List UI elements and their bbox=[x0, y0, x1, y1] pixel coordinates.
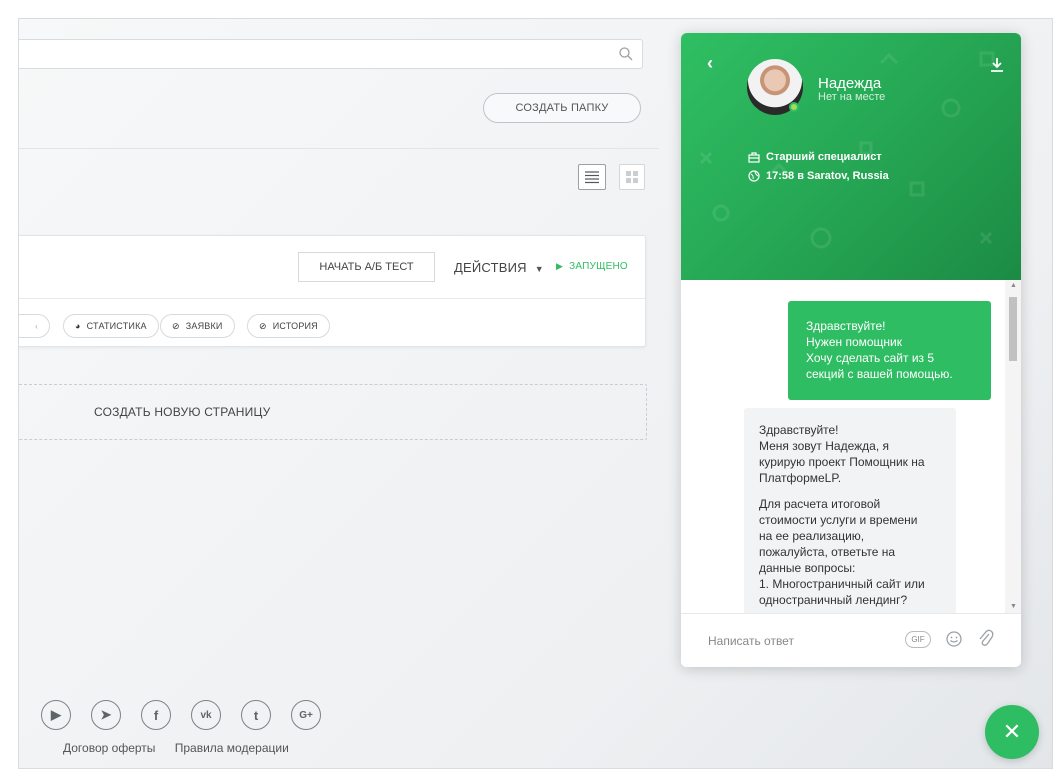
scroll-up-icon[interactable]: ▲ bbox=[1010, 282, 1017, 289]
twitter-icon[interactable]: t bbox=[241, 700, 271, 730]
chat-widget: ‹ Надежда Нет на месте Старший специалис… bbox=[681, 33, 1021, 667]
download-icon[interactable] bbox=[990, 57, 1004, 73]
clock-icon: ⊘ bbox=[259, 320, 267, 331]
search-input[interactable] bbox=[19, 39, 643, 69]
divider bbox=[19, 148, 659, 149]
agent-name: Надежда bbox=[818, 75, 882, 92]
youtube-icon[interactable]: ▶ bbox=[41, 700, 71, 730]
create-folder-button[interactable]: СОЗДАТЬ ПАПКУ bbox=[483, 93, 641, 123]
footer-links: Договор оферты Правила модерации bbox=[63, 741, 305, 755]
list-view-button[interactable] bbox=[578, 164, 606, 190]
agent-role: Старший специалист bbox=[748, 151, 882, 163]
actions-label: ДЕЙСТВИЯ bbox=[454, 260, 527, 275]
agent-status: Нет на месте bbox=[818, 91, 886, 103]
vk-icon[interactable]: vk bbox=[191, 700, 221, 730]
social-links: ▶ ➤ f vk t G+ bbox=[41, 700, 321, 730]
close-icon: ✕ bbox=[1002, 719, 1022, 744]
actions-dropdown[interactable]: ДЕЙСТВИЯ ▼ bbox=[454, 260, 544, 275]
check-circle-icon: ⊘ bbox=[172, 320, 180, 331]
tab-statistics[interactable]: ◕ СТАТИСТИКА bbox=[63, 314, 159, 338]
search-icon[interactable] bbox=[618, 46, 634, 62]
project-card: НАЧАТЬ А/Б ТЕСТ ДЕЙСТВИЯ ▼ ▶ ЗАПУЩЕНО ‹ ◕ С… bbox=[19, 235, 646, 347]
globe-icon bbox=[748, 170, 760, 182]
pie-chart-icon: ◕ bbox=[75, 321, 81, 331]
google-plus-icon[interactable]: G+ bbox=[291, 700, 321, 730]
offer-agreement-link[interactable]: Договор оферты bbox=[63, 741, 155, 755]
card-divider bbox=[19, 298, 645, 299]
create-new-page-button[interactable]: СОЗДАТЬ НОВУЮ СТРАНИЦУ bbox=[19, 384, 647, 440]
briefcase-icon bbox=[748, 151, 760, 163]
message-composer[interactable]: Написать ответ GIF bbox=[681, 613, 1021, 667]
chat-header: ‹ Надежда Нет на месте Старший специалис… bbox=[681, 33, 1021, 280]
attachment-icon[interactable] bbox=[977, 629, 995, 649]
agent-local-time: 17:58 в Saratov, Russia bbox=[748, 170, 889, 182]
close-chat-button[interactable]: ✕ bbox=[985, 705, 1039, 759]
message-list[interactable]: Здравствуйте! Нужен помощник Хочу сделат… bbox=[681, 280, 1021, 613]
back-icon[interactable]: ‹ bbox=[707, 53, 713, 74]
scrollbar-thumb[interactable] bbox=[1009, 297, 1017, 361]
caret-down-icon: ▼ bbox=[534, 264, 544, 274]
gif-button[interactable]: GIF bbox=[905, 631, 931, 648]
list-view-icon bbox=[585, 171, 599, 184]
status-badge: ▶ ЗАПУЩЕНО bbox=[556, 261, 628, 272]
start-ab-test-button[interactable]: НАЧАТЬ А/Б ТЕСТ bbox=[298, 252, 435, 282]
tab-leads[interactable]: ⊘ ЗАЯВКИ bbox=[160, 314, 235, 338]
tab-history[interactable]: ⊘ ИСТОРИЯ bbox=[247, 314, 330, 338]
telegram-icon[interactable]: ➤ bbox=[91, 700, 121, 730]
play-icon: ▶ bbox=[556, 261, 564, 271]
create-new-page-label: СОЗДАТЬ НОВУЮ СТРАНИЦУ bbox=[94, 405, 271, 419]
moderation-rules-link[interactable]: Правила модерации bbox=[175, 741, 289, 755]
grid-view-button[interactable] bbox=[619, 164, 645, 190]
scrollbar[interactable]: ▲ ▼ bbox=[1005, 280, 1021, 613]
facebook-icon[interactable]: f bbox=[141, 700, 171, 730]
grid-view-icon bbox=[626, 171, 638, 183]
tab-partial[interactable]: ‹ bbox=[19, 314, 50, 338]
outgoing-message: Здравствуйте! Нужен помощник Хочу сделат… bbox=[788, 301, 991, 400]
reply-input[interactable]: Написать ответ bbox=[708, 634, 794, 648]
scroll-down-icon[interactable]: ▼ bbox=[1010, 603, 1017, 610]
presence-indicator bbox=[789, 102, 799, 112]
incoming-message: Здравствуйте! Меня зовут Надежда, я кури… bbox=[744, 408, 956, 613]
emoji-icon[interactable] bbox=[945, 630, 963, 648]
